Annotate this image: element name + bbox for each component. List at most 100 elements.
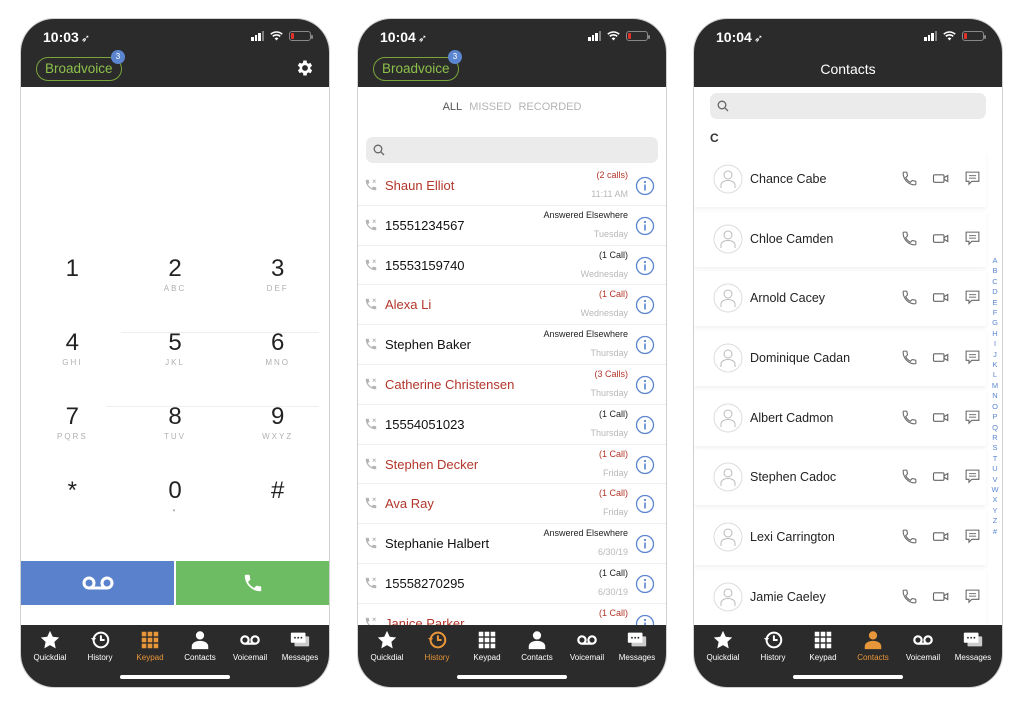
tab-messages[interactable]: Messages	[612, 625, 662, 687]
video-call-button[interactable]	[932, 588, 950, 610]
message-contact-button[interactable]	[964, 170, 981, 192]
history-row[interactable]: Ava Ray (1 Call) Friday	[358, 484, 666, 525]
info-icon[interactable]	[635, 455, 655, 475]
call-contact-button[interactable]	[901, 409, 918, 431]
filter-missed[interactable]: MISSED	[469, 101, 511, 113]
video-call-button[interactable]	[932, 349, 950, 371]
search-input[interactable]	[366, 137, 658, 163]
search-input[interactable]	[710, 93, 986, 119]
call-contact-button[interactable]	[901, 528, 918, 550]
index-letter[interactable]: K	[992, 360, 997, 370]
key-5[interactable]: 5 JKL	[124, 329, 227, 403]
index-letter[interactable]: B	[992, 266, 997, 276]
contact-row[interactable]: Arnold Cacey	[694, 271, 986, 327]
call-contact-button[interactable]	[901, 289, 918, 311]
index-letter[interactable]: #	[993, 527, 997, 537]
alphabet-index[interactable]: A B C D E F G H I J K L M N O P Q R S T U V W X Y Z #	[990, 256, 1000, 537]
history-row[interactable]: Stephen Decker (1 Call) Friday	[358, 445, 666, 485]
contact-row[interactable]: Stephen Cadoc	[694, 450, 986, 506]
key-2[interactable]: 2 ABC	[124, 255, 227, 329]
index-letter[interactable]: O	[992, 402, 998, 412]
message-contact-button[interactable]	[964, 468, 981, 490]
key-0[interactable]: 0 •	[124, 477, 227, 551]
index-letter[interactable]: V	[992, 475, 997, 485]
index-letter[interactable]: Z	[993, 516, 998, 526]
tab-quickdial[interactable]: Quickdial	[698, 625, 748, 687]
key-9[interactable]: 9 WXYZ	[226, 403, 329, 477]
history-row[interactable]: Catherine Christensen (3 Calls) Thursday	[358, 365, 666, 405]
key-star[interactable]: *	[21, 477, 124, 551]
key-8[interactable]: 8 TUV	[124, 403, 227, 477]
key-hash[interactable]: #	[226, 477, 329, 551]
message-contact-button[interactable]	[964, 230, 981, 252]
info-icon[interactable]	[635, 494, 655, 514]
call-contact-button[interactable]	[901, 588, 918, 610]
index-letter[interactable]: W	[991, 485, 998, 495]
message-contact-button[interactable]	[964, 528, 981, 550]
history-row[interactable]: 15554051023 (1 Call) Thursday	[358, 405, 666, 445]
tab-messages[interactable]: Messages	[275, 625, 325, 687]
index-letter[interactable]: A	[992, 256, 997, 266]
index-letter[interactable]: Q	[992, 423, 998, 433]
index-letter[interactable]: X	[992, 495, 997, 505]
info-icon[interactable]	[635, 295, 655, 315]
video-call-button[interactable]	[932, 468, 950, 490]
info-icon[interactable]	[635, 375, 655, 395]
tab-quickdial[interactable]: Quickdial	[25, 625, 75, 687]
info-icon[interactable]	[635, 335, 655, 355]
key-1[interactable]: 1	[21, 255, 124, 329]
index-letter[interactable]: H	[992, 329, 997, 339]
history-row[interactable]: Shaun Elliot (2 calls) 11:11 AM	[358, 166, 666, 206]
brand-button[interactable]: Broadvoice	[36, 57, 122, 81]
call-button[interactable]	[176, 561, 329, 605]
info-icon[interactable]	[635, 415, 655, 435]
tab-voicemail[interactable]: Voicemail	[225, 625, 275, 687]
video-call-button[interactable]	[932, 409, 950, 431]
video-call-button[interactable]	[932, 230, 950, 252]
index-letter[interactable]: D	[992, 287, 997, 297]
call-contact-button[interactable]	[901, 170, 918, 192]
gear-icon[interactable]	[295, 58, 315, 78]
call-contact-button[interactable]	[901, 349, 918, 371]
index-letter[interactable]: N	[992, 391, 997, 401]
contact-row[interactable]: Chance Cabe	[694, 152, 986, 207]
tab-history[interactable]: History	[748, 625, 798, 687]
history-row[interactable]: Stephanie Halbert Answered Elsewhere 6/30/…	[358, 524, 666, 564]
index-letter[interactable]: J	[993, 350, 997, 360]
history-row[interactable]: 15551234567 Answered Elsewhere Tuesday	[358, 206, 666, 246]
contact-row[interactable]: Albert Cadmon	[694, 390, 986, 446]
history-row[interactable]: Stephen Baker Answered Elsewhere Thursday	[358, 325, 666, 365]
index-letter[interactable]: T	[993, 454, 998, 464]
tab-messages[interactable]: Messages	[948, 625, 998, 687]
contact-row[interactable]: Jamie Caeley	[694, 569, 986, 625]
index-letter[interactable]: U	[992, 464, 997, 474]
tab-voicemail[interactable]: Voicemail	[898, 625, 948, 687]
tab-history[interactable]: History	[75, 625, 125, 687]
index-letter[interactable]: R	[992, 433, 997, 443]
key-3[interactable]: 3 DEF	[226, 255, 329, 329]
index-letter[interactable]: P	[992, 412, 997, 422]
call-contact-button[interactable]	[901, 230, 918, 252]
message-contact-button[interactable]	[964, 588, 981, 610]
tab-voicemail[interactable]: Voicemail	[562, 625, 612, 687]
history-row[interactable]: 15558270295 (1 Call) 6/30/19	[358, 564, 666, 604]
info-icon[interactable]	[635, 574, 655, 594]
key-6[interactable]: 6 MNO	[226, 329, 329, 403]
info-icon[interactable]	[635, 176, 655, 196]
filter-all[interactable]: ALL	[443, 101, 463, 113]
index-letter[interactable]: I	[994, 339, 996, 349]
index-letter[interactable]: C	[992, 277, 997, 287]
contact-row[interactable]: Lexi Carrington	[694, 510, 986, 566]
call-contact-button[interactable]	[901, 468, 918, 490]
filter-recorded[interactable]: RECORDED	[518, 101, 581, 113]
message-contact-button[interactable]	[964, 409, 981, 431]
index-letter[interactable]: E	[992, 298, 997, 308]
key-4[interactable]: 4 GHI	[21, 329, 124, 403]
video-call-button[interactable]	[932, 170, 950, 192]
video-call-button[interactable]	[932, 289, 950, 311]
contact-row[interactable]: Dominique Cadan	[694, 331, 986, 387]
history-row[interactable]: 15553159740 (1 Call) Wednesday	[358, 246, 666, 286]
index-letter[interactable]: M	[992, 381, 998, 391]
info-icon[interactable]	[635, 256, 655, 276]
index-letter[interactable]: L	[993, 370, 997, 380]
